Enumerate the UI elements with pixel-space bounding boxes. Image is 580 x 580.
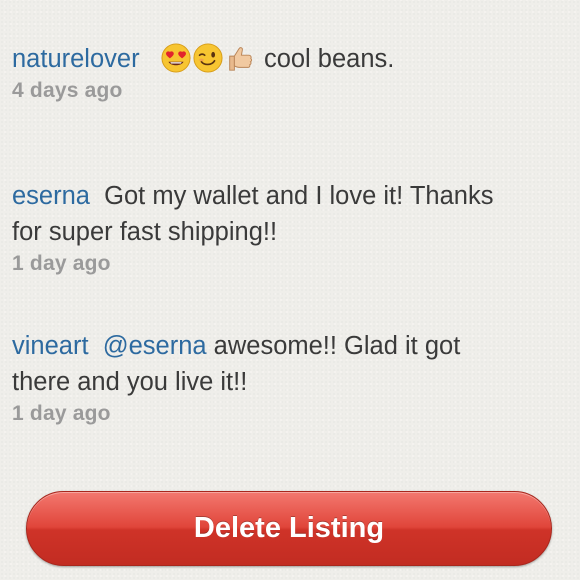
heart-eyes-emoji-icon bbox=[161, 43, 191, 73]
comment-timestamp: 1 day ago bbox=[12, 402, 111, 425]
comment-text: Got my wallet and I love it! Thanks bbox=[104, 182, 494, 210]
comment-item: naturelover cool beans. 4 days ago bbox=[12, 41, 580, 103]
delete-listing-button[interactable]: Delete Listing bbox=[26, 491, 552, 566]
comment-username[interactable]: eserna bbox=[12, 182, 90, 210]
comment-text-continued: there and you live it!! bbox=[12, 368, 248, 396]
comment-item: vineart @eserna awesome!! Glad it got th… bbox=[12, 328, 580, 426]
comment-text: cool beans. bbox=[263, 45, 395, 73]
comment-body: naturelover cool beans. bbox=[12, 41, 580, 77]
thumbs-up-emoji-icon bbox=[229, 47, 252, 71]
comment-timestamp: 1 day ago bbox=[12, 252, 111, 275]
comment-text: awesome!! Glad it got bbox=[213, 332, 461, 360]
comment-text-continued: for super fast shipping!! bbox=[12, 218, 278, 246]
comment-timestamp: 4 days ago bbox=[12, 79, 123, 102]
comment-username[interactable]: naturelover bbox=[12, 45, 140, 73]
wink-emoji-icon bbox=[193, 43, 223, 73]
comment-body: eserna Got my wallet and I love it! Than… bbox=[12, 178, 580, 214]
comment-item: eserna Got my wallet and I love it! Than… bbox=[12, 178, 580, 276]
comment-username[interactable]: vineart bbox=[12, 332, 89, 360]
comment-mention[interactable]: @eserna bbox=[103, 332, 207, 360]
comment-body: vineart @eserna awesome!! Glad it got bbox=[12, 328, 580, 364]
